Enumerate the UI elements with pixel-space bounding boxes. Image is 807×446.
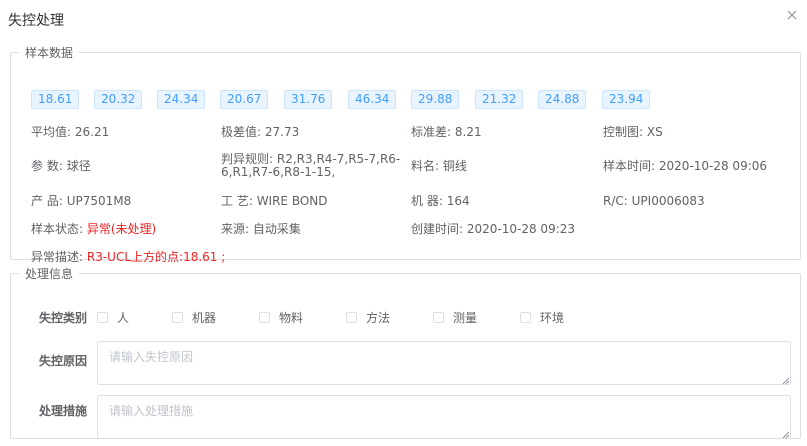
- resize-handle-icon[interactable]: [782, 431, 790, 439]
- sample-value-chip: 23.94: [602, 90, 651, 109]
- sample-value-chip: 18.61: [31, 90, 80, 109]
- sample-value-chip: 21.32: [475, 90, 524, 109]
- rules-field: 判异规则: R2,R3,R4-7,R5-7,R6-6,R1,R7-6,R8-1-…: [221, 152, 401, 179]
- sample-data-legend: 样本数据: [25, 46, 74, 60]
- cause-input[interactable]: [97, 341, 791, 385]
- measure-input[interactable]: [97, 395, 791, 439]
- machine-field: 机 器: 164: [411, 194, 470, 208]
- source-field: 来源: 自动采集: [221, 222, 301, 236]
- checkbox-box[interactable]: [97, 312, 108, 323]
- category-checkbox-environment[interactable]: 环境: [520, 309, 564, 326]
- sample-value-chip: 20.32: [94, 90, 143, 109]
- sample-values: 18.61 20.32 24.34 20.67 31.76 46.34 29.8…: [31, 90, 791, 110]
- cause-label: 失控原因: [39, 354, 88, 368]
- handling-info-legend: 处理信息: [25, 267, 74, 281]
- category-checkbox-material[interactable]: 物料: [259, 309, 303, 326]
- std-field: 标准差: 8.21: [411, 125, 482, 139]
- anomaly-description-value: R3-UCL上方的点:18.61 ;: [86, 250, 226, 264]
- sample-data-section: 样本数据 18.61 20.32 24.34 20.67 31.76 46.34…: [10, 44, 801, 264]
- category-checkbox-measurement[interactable]: 测量: [433, 309, 477, 326]
- sample-value-chip: 31.76: [284, 90, 333, 109]
- sample-value-chip: 29.88: [411, 90, 460, 109]
- sample-value-chip: 24.88: [538, 90, 587, 109]
- category-label: 失控类别: [39, 311, 88, 325]
- checkbox-box[interactable]: [433, 312, 444, 323]
- mean-field: 平均值: 26.21: [31, 125, 110, 139]
- dialog-title: 失控处理: [8, 13, 64, 29]
- checkbox-box[interactable]: [172, 312, 183, 323]
- product-field: 产 品: UP7501M8: [31, 194, 132, 208]
- rc-field: R/C: UPI0006083: [603, 194, 705, 208]
- resize-handle-icon[interactable]: [782, 377, 790, 385]
- param-field: 参 数: 球径: [31, 159, 91, 173]
- out-of-control-dialog: 失控处理 样本数据 18.61 20.32 24.34 20.67 31.76 …: [0, 0, 807, 446]
- checkbox-box[interactable]: [346, 312, 357, 323]
- sample-state-value: 异常(未处理): [86, 222, 157, 236]
- category-checkbox-machine[interactable]: 机器: [172, 309, 216, 326]
- category-checkbox-method[interactable]: 方法: [346, 309, 390, 326]
- sample-value-chip: 20.67: [220, 90, 269, 109]
- checkbox-box[interactable]: [520, 312, 531, 323]
- anomaly-description-field: 异常描述: R3-UCL上方的点:18.61 ;: [31, 250, 226, 264]
- sample-value-chip: 46.34: [348, 90, 397, 109]
- created-time-field: 创建时间: 2020-10-28 09:23: [411, 222, 576, 236]
- sample-time-field: 样本时间: 2020-10-28 09:06: [603, 159, 768, 173]
- measure-label: 处理措施: [39, 404, 88, 418]
- chart-type-field: 控制图: XS: [603, 125, 663, 139]
- handling-info-section: 处理信息 失控类别 人 机器 物料 方法 测量 环境 失控原因 处理措施: [10, 265, 801, 439]
- process-field: 工 艺: WIRE BOND: [221, 194, 328, 208]
- close-icon[interactable]: [784, 7, 800, 23]
- sample-state-field: 样本状态: 异常(未处理): [31, 222, 157, 236]
- category-checkbox-person[interactable]: 人: [97, 309, 129, 326]
- checkbox-box[interactable]: [259, 312, 270, 323]
- range-field: 极差值: 27.73: [221, 125, 300, 139]
- material-field: 料名: 铜线: [411, 159, 467, 173]
- sample-value-chip: 24.34: [157, 90, 206, 109]
